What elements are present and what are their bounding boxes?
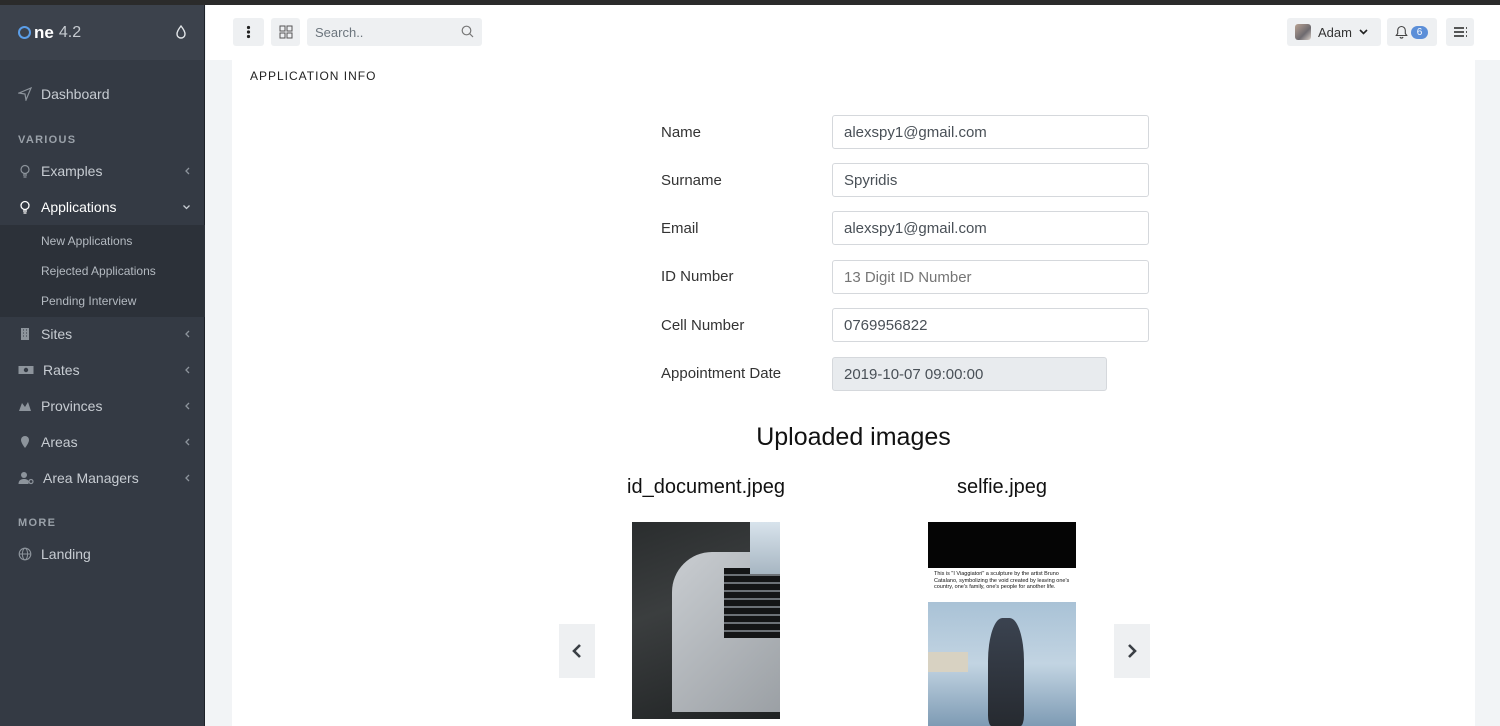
theme-drop-icon[interactable]: [176, 25, 186, 39]
appointment-date-label: Appointment Date: [661, 365, 782, 382]
sidebar-item-label: Landing: [41, 546, 91, 562]
top-bar: Search.. Adam 6: [206, 5, 1500, 60]
id-number-label: ID Number: [661, 268, 734, 285]
carousel-next-button[interactable]: [1114, 624, 1150, 678]
appointment-date-field: [832, 357, 1107, 391]
user-name: Adam: [1318, 24, 1352, 40]
section-label-more: MORE: [18, 517, 57, 529]
brand-logo[interactable]: ne 4.2: [0, 5, 204, 60]
sidebar-item-landing[interactable]: Landing: [0, 536, 205, 572]
chevron-left-icon: [185, 402, 190, 410]
sidebar-item-examples[interactable]: Examples: [0, 153, 205, 189]
chevron-left-icon: [185, 167, 190, 175]
sidebar-item-area-managers[interactable]: Area Managers: [0, 460, 205, 496]
id-document-image[interactable]: [632, 522, 780, 719]
chevron-left-icon: [185, 438, 190, 446]
carousel-prev-button[interactable]: [559, 624, 595, 678]
sidebar-item-label: Provinces: [41, 398, 103, 414]
sidebar-subitem-new-applications[interactable]: New Applications: [41, 234, 132, 248]
sidebar: ne 4.2 Dashboard VARIOUS Examples Applic…: [0, 5, 205, 726]
sidebar-item-label: Rates: [43, 362, 80, 378]
sidebar-subitem-pending-interview[interactable]: Pending Interview: [41, 294, 136, 308]
surname-field[interactable]: [832, 163, 1149, 197]
sidebar-item-label: Applications: [41, 199, 117, 215]
surname-label: Surname: [661, 172, 722, 189]
application-info-card: APPLICATION INFO Name Surname Email ID N…: [232, 60, 1475, 726]
apps-grid-button[interactable]: [271, 18, 300, 46]
avatar: [1295, 24, 1311, 40]
user-menu-button[interactable]: Adam: [1287, 18, 1381, 46]
sidebar-item-rates[interactable]: Rates: [0, 352, 205, 388]
sidebar-subitem-rejected-applications[interactable]: Rejected Applications: [41, 264, 156, 278]
chevron-down-icon: [183, 205, 190, 210]
bell-icon: [1395, 25, 1408, 39]
logo-ring-icon: [18, 26, 31, 39]
sidebar-item-dashboard[interactable]: Dashboard: [0, 76, 205, 112]
section-label-various: VARIOUS: [18, 134, 77, 146]
sidebar-item-label: Sites: [41, 326, 73, 342]
send-icon: [18, 87, 32, 101]
sidebar-item-provinces[interactable]: Provinces: [0, 388, 205, 424]
image-title-id-document: id_document.jpeg: [627, 476, 785, 498]
list-icon: [1454, 27, 1467, 37]
brand-version: 4.2: [58, 23, 82, 41]
user-cog-icon: [18, 472, 34, 485]
sidebar-item-label: Areas: [41, 434, 78, 450]
more-options-button[interactable]: [233, 18, 264, 46]
globe-icon: [18, 547, 32, 561]
selfie-image-caption: This is "I Viaggiatori" a sculpture by t…: [934, 571, 1070, 590]
search-placeholder: Search..: [315, 25, 364, 40]
sidebar-item-label: Examples: [41, 163, 103, 179]
lightbulb-icon: [20, 164, 30, 178]
sidebar-item-label: Dashboard: [41, 86, 110, 102]
chevron-down-icon: [1359, 29, 1368, 35]
search-input[interactable]: Search..: [307, 18, 482, 46]
sidebar-item-label: Area Managers: [43, 470, 139, 486]
selfie-image[interactable]: This is "I Viaggiatori" a sculpture by t…: [928, 522, 1076, 726]
map-icon: [19, 402, 31, 411]
search-icon[interactable]: [461, 25, 474, 38]
sidebar-item-areas[interactable]: Areas: [0, 424, 205, 460]
brand-name: ne: [34, 22, 54, 42]
chevron-left-icon: [185, 474, 190, 482]
image-title-selfie: selfie.jpeg: [956, 476, 1048, 498]
cell-number-label: Cell Number: [661, 317, 745, 334]
email-label: Email: [661, 220, 699, 237]
map-marker-icon: [21, 436, 29, 448]
name-field[interactable]: [832, 115, 1149, 149]
uploaded-images-heading: Uploaded images: [756, 423, 951, 451]
sidebar-item-applications[interactable]: Applications: [0, 189, 205, 225]
vertical-ellipsis-icon: [246, 25, 251, 39]
right-sidebar-toggle-button[interactable]: [1446, 18, 1474, 46]
notifications-button[interactable]: 6: [1387, 18, 1437, 46]
money-bill-icon: [18, 366, 34, 374]
cell-number-field[interactable]: [832, 308, 1149, 342]
chevron-left-icon: [572, 644, 581, 658]
notification-count-badge: 6: [1411, 26, 1428, 39]
chevron-left-icon: [185, 330, 190, 338]
chevron-right-icon: [1128, 644, 1137, 658]
card-title: APPLICATION INFO: [250, 69, 377, 83]
sidebar-item-sites[interactable]: Sites: [0, 316, 205, 352]
name-label: Name: [661, 124, 702, 141]
email-field[interactable]: [832, 211, 1149, 245]
building-icon: [21, 328, 29, 340]
id-number-field[interactable]: [832, 260, 1149, 294]
lightbulb-icon: [20, 200, 30, 214]
chevron-left-icon: [185, 366, 190, 374]
grid-icon: [279, 25, 293, 39]
